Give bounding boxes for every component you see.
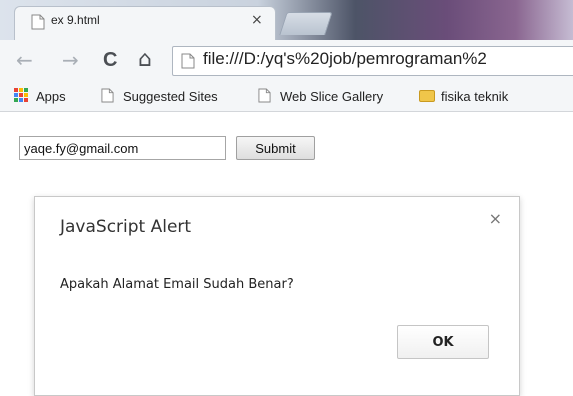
- home-icon[interactable]: ⌂: [138, 49, 152, 71]
- folder-icon: [419, 90, 435, 102]
- bookmarks-bar: Apps Suggested Sites Web Slice Gallery f…: [0, 82, 573, 112]
- apps-grid-cell: [24, 93, 28, 97]
- page-icon: [31, 14, 45, 30]
- apps-grid-cell: [19, 98, 23, 102]
- apps-grid-cell: [19, 93, 23, 97]
- browser-toolbar: ← → C ⌂ file:///D:/yq's%20job/pemrograma…: [0, 40, 573, 82]
- bookmark-fisika-teknik[interactable]: fisika teknik: [441, 89, 508, 104]
- submit-button[interactable]: Submit: [236, 136, 315, 160]
- bookmark-web-slice-gallery[interactable]: Web Slice Gallery: [280, 89, 383, 104]
- new-tab-button[interactable]: [279, 12, 333, 35]
- bookmark-apps[interactable]: Apps: [36, 89, 66, 104]
- apps-grid-cell: [24, 88, 28, 92]
- apps-grid-cell: [14, 93, 18, 97]
- reload-icon[interactable]: C: [103, 50, 117, 70]
- email-input[interactable]: [19, 136, 226, 160]
- apps-grid-cell: [24, 98, 28, 102]
- close-icon[interactable]: ×: [489, 209, 502, 228]
- browser-tab-strip: ex 9.html ×: [0, 0, 573, 40]
- javascript-alert-dialog: JavaScript Alert × Apakah Alamat Email S…: [34, 196, 520, 396]
- apps-grid-cell: [14, 88, 18, 92]
- page-icon: [101, 88, 114, 103]
- bookmark-suggested-sites[interactable]: Suggested Sites: [123, 89, 218, 104]
- page-icon: [258, 88, 271, 103]
- apps-grid-cell: [14, 98, 18, 102]
- back-arrow-icon[interactable]: ←: [16, 50, 33, 70]
- apps-grid-icon: [14, 88, 28, 102]
- apps-grid-cell: [19, 88, 23, 92]
- address-bar[interactable]: file:///D:/yq's%20job/pemrograman%2: [172, 46, 573, 76]
- page-icon: [181, 53, 195, 69]
- alert-message: Apakah Alamat Email Sudah Benar?: [60, 277, 294, 292]
- tab-title: ex 9.html: [51, 13, 100, 27]
- ok-button[interactable]: OK: [397, 325, 489, 359]
- page-content: Submit JavaScript Alert × Apakah Alamat …: [0, 112, 573, 396]
- alert-title: JavaScript Alert: [60, 217, 192, 237]
- tab-close-icon[interactable]: ×: [251, 12, 263, 28]
- address-text: file:///D:/yq's%20job/pemrograman%2: [203, 49, 487, 68]
- forward-arrow-icon[interactable]: →: [62, 50, 79, 70]
- browser-tab[interactable]: ex 9.html ×: [14, 6, 276, 40]
